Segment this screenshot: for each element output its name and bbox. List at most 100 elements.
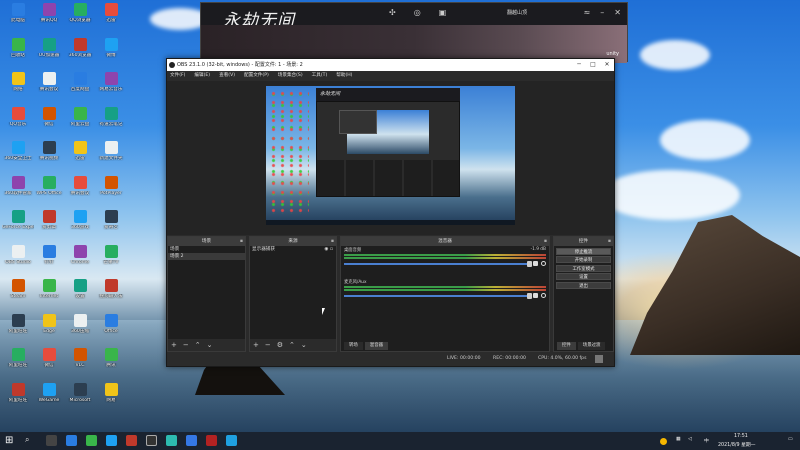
search-icon[interactable]: ⌕: [25, 435, 36, 446]
move-down-icon[interactable]: ⌄: [301, 341, 307, 349]
desktop-icon[interactable]: PotPlayer: [95, 175, 127, 210]
taskbar-app-icon[interactable]: [106, 435, 117, 446]
dock-close-icon[interactable]: ▪: [608, 237, 611, 246]
desktop-icon[interactable]: 微信: [33, 106, 65, 141]
desktop-icon[interactable]: 阿里旺旺: [2, 348, 34, 382]
close-icon[interactable]: ✕: [600, 59, 614, 71]
desktop-icon[interactable]: 爱剪辑: [33, 210, 65, 244]
windows-start-icon[interactable]: ⊞: [5, 435, 16, 446]
desktop-icon[interactable]: 腾讯视频: [33, 141, 65, 175]
desktop-icon[interactable]: 设置: [64, 279, 96, 313]
task-view-icon[interactable]: [46, 435, 57, 446]
dock-close-icon[interactable]: ▪: [331, 237, 334, 246]
desktop-icon[interactable]: 腾讯QQ: [33, 3, 65, 37]
close-icon[interactable]: ✕: [614, 8, 621, 17]
desktop-icon[interactable]: Chrome: [64, 244, 96, 279]
preview-area[interactable]: 永劫无间: [167, 81, 614, 235]
desktop-icon[interactable]: 腾讯: [95, 348, 127, 382]
message-icon[interactable]: ▣: [439, 8, 447, 17]
menu-scene-collection[interactable]: 场景集合(S): [278, 71, 303, 81]
menu-edit[interactable]: 编辑(E): [194, 71, 210, 81]
desktop-icon[interactable]: WPS Office: [33, 175, 65, 210]
slider-handle[interactable]: [527, 260, 532, 267]
stop-streaming-button[interactable]: 停止推流: [556, 247, 611, 255]
desktop-icon[interactable]: 回收站: [2, 37, 34, 72]
controller-icon[interactable]: ✣: [389, 8, 396, 17]
add-icon[interactable]: +: [171, 341, 177, 349]
ime-indicator[interactable]: 中: [704, 437, 709, 444]
desktop-icon[interactable]: 微信: [33, 348, 65, 382]
desktop-icon[interactable]: 阿里旺旺: [2, 382, 34, 417]
network-icon[interactable]: ▦: [676, 437, 681, 442]
menu-file[interactable]: 文件(F): [170, 71, 185, 81]
tab-scene-transitions[interactable]: 场景过渡: [577, 341, 606, 350]
move-up-icon[interactable]: ⌃: [289, 341, 295, 349]
desktop-icon[interactable]: 360软件管家: [2, 175, 34, 210]
volume-icon[interactable]: ◁: [688, 437, 692, 442]
remove-icon[interactable]: −: [265, 341, 271, 349]
menu-help[interactable]: 帮助(H): [336, 71, 352, 81]
desktop-icon[interactable]: 网络: [2, 72, 34, 106]
desktop-icon[interactable]: 360安全卫士: [2, 141, 34, 175]
wifi-icon[interactable]: ≈: [584, 8, 591, 17]
volume-slider[interactable]: [344, 292, 532, 299]
obs-taskbar-icon[interactable]: [146, 435, 157, 446]
desktop-icon[interactable]: 迅雷: [95, 3, 127, 37]
lock-icon[interactable]: ▫: [330, 247, 333, 252]
obs-titlebar[interactable]: OBS 23.1.0 (32-bit, windows) - 配置文件: 1 -…: [167, 59, 614, 71]
taskbar-app-icon[interactable]: [166, 435, 177, 446]
desktop-icon[interactable]: 阿里云盘: [64, 106, 96, 141]
desktop-icon[interactable]: OBS Studio: [2, 244, 34, 279]
desktop-icon[interactable]: Internet: [33, 279, 65, 313]
taskbar-app-icon[interactable]: [86, 435, 97, 446]
desktop-icon[interactable]: Office: [95, 313, 127, 348]
clock-time[interactable]: 17:51: [734, 434, 748, 439]
desktop-icon[interactable]: 迅雷: [64, 141, 96, 175]
notification-icon[interactable]: ▭: [788, 437, 793, 442]
start-recording-button[interactable]: 开始录制: [556, 256, 611, 263]
desktop-icon[interactable]: 腾讯会议: [64, 175, 96, 210]
menu-tools[interactable]: 工具(T): [312, 71, 328, 81]
desktop-icon[interactable]: Microsoft: [64, 382, 96, 417]
gear-icon[interactable]: [541, 261, 546, 266]
volume-slider[interactable]: [344, 260, 532, 267]
move-up-icon[interactable]: ⌃: [195, 341, 201, 349]
tab-mixer[interactable]: 混音器: [364, 341, 388, 350]
speaker-icon[interactable]: [533, 261, 538, 266]
desktop-icon[interactable]: 百度网盘: [64, 72, 96, 106]
desktop-icon[interactable]: VLC: [64, 348, 96, 382]
scene-preview[interactable]: 永劫无间: [266, 86, 515, 225]
settings-button[interactable]: 设置: [556, 273, 611, 280]
desktop-icon[interactable]: 阿里旺旺: [2, 313, 34, 348]
desktop-icon[interactable]: QQ音乐: [2, 106, 34, 141]
slider-handle[interactable]: [527, 292, 532, 299]
desktop-icon[interactable]: GeForce Experience: [2, 210, 34, 244]
desktop-icon[interactable]: 微博: [95, 37, 127, 72]
desktop-icon[interactable]: QQ浏览器: [64, 3, 96, 37]
user-name[interactable]: 翻越山顶: [507, 9, 527, 16]
gear-icon[interactable]: ⚙: [277, 341, 283, 349]
studio-mode-button[interactable]: 工作室模式: [556, 264, 611, 272]
add-icon[interactable]: +: [253, 341, 259, 349]
tray-icon[interactable]: [660, 438, 667, 445]
desktop-icon[interactable]: 钉钉: [33, 244, 65, 279]
move-down-icon[interactable]: ⌄: [207, 341, 213, 349]
desktop-icon[interactable]: 网易: [95, 382, 127, 417]
menu-profile[interactable]: 配置文件(P): [244, 71, 269, 81]
desktop-icon[interactable]: 此电脑: [2, 3, 34, 37]
taskbar-app-icon[interactable]: [226, 435, 237, 446]
scene-item-selected[interactable]: 场景 2: [168, 253, 245, 260]
desktop-icon[interactable]: Edge: [33, 313, 65, 348]
desktop-icon[interactable]: 360浏览器: [64, 37, 96, 72]
desktop-icon[interactable]: Steam: [2, 279, 34, 313]
desktop-icon[interactable]: 腾讯会议: [33, 72, 65, 106]
desktop-icon[interactable]: 有道云笔记: [95, 106, 127, 141]
desktop-icon[interactable]: 芒果TV: [95, 244, 127, 279]
tab-transitions[interactable]: 转场: [344, 341, 363, 350]
gear-icon[interactable]: [541, 293, 546, 298]
taskbar-app-icon[interactable]: [66, 435, 77, 446]
taskbar-app-icon[interactable]: [186, 435, 197, 446]
minimize-icon[interactable]: ─: [572, 59, 586, 71]
desktop-icon[interactable]: 网易云音乐: [95, 72, 127, 106]
dock-close-icon[interactable]: ▪: [544, 237, 547, 246]
